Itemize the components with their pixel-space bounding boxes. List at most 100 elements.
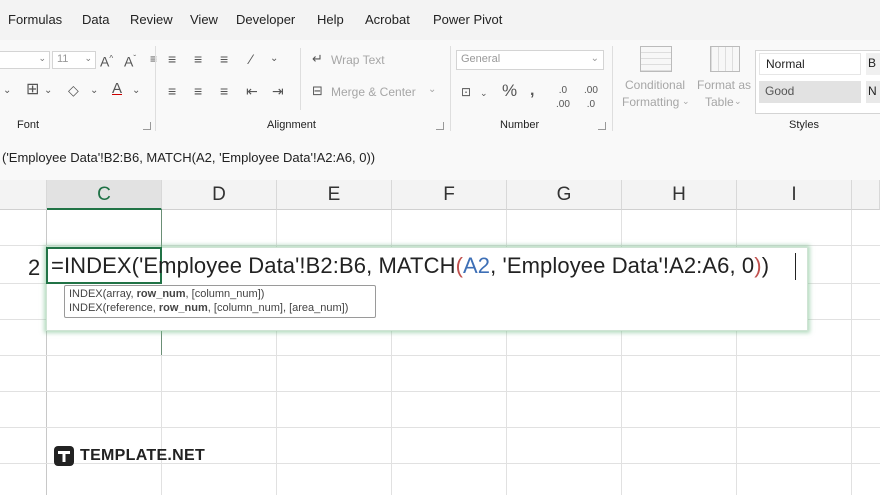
text-caret: [795, 253, 796, 280]
borders-icon[interactable]: ⊞: [26, 82, 39, 98]
decrease-indent-icon[interactable]: ⇤: [246, 84, 258, 98]
divider: [612, 46, 613, 131]
orientation-icon[interactable]: ⁄: [250, 52, 252, 66]
font-name-combo[interactable]: ⌄: [0, 51, 50, 69]
style-next-swatch-2[interactable]: N: [866, 81, 880, 103]
align-left-icon[interactable]: ≡: [168, 84, 176, 98]
grid-line: [0, 355, 880, 356]
tab-developer[interactable]: Developer: [236, 12, 295, 27]
number-launcher-icon[interactable]: [598, 122, 606, 130]
font-launcher-icon[interactable]: [143, 122, 151, 130]
formula-bar-text[interactable]: ('Employee Data'!B2:B6, MATCH(A2, 'Emplo…: [2, 150, 375, 165]
increase-indent-icon[interactable]: ⇥: [272, 84, 284, 98]
style-normal[interactable]: Normal: [759, 53, 861, 75]
merge-center-button[interactable]: Merge & Center: [331, 85, 416, 99]
logo-text: TEMPLATE.NET: [80, 447, 206, 464]
style-good[interactable]: Good: [759, 81, 861, 103]
column-header-i[interactable]: I: [737, 180, 852, 210]
row-header-corner[interactable]: [0, 180, 47, 210]
grid-line: [0, 391, 880, 392]
format-as-table-dropdown-icon[interactable]: ⌄: [734, 96, 742, 107]
grid-line: [0, 427, 880, 428]
merge-center-icon[interactable]: ⊟: [312, 84, 323, 98]
font-group-label: Font: [17, 119, 40, 131]
column-header-d[interactable]: D: [162, 180, 277, 210]
column-header-j[interactable]: [852, 180, 880, 210]
formula-bar[interactable]: ('Employee Data'!B2:B6, MATCH(A2, 'Emplo…: [0, 136, 880, 181]
tooltip-arg[interactable]: row_num: [137, 288, 186, 300]
conditional-formatting-dropdown-icon[interactable]: ⌄: [682, 96, 690, 107]
column-header-e[interactable]: E: [277, 180, 392, 210]
tab-view[interactable]: View: [190, 12, 218, 27]
increase-font-icon[interactable]: A^: [100, 52, 113, 69]
ribbon: ⌄ 11 ⌄ A^ Aˇ ≡ ⌄ ⊞ ⌄ ◇ ⌄ A ⌄ Font ≡ ≡ ≡ ⁄…: [0, 40, 880, 137]
styles-group-label: Styles: [789, 119, 819, 131]
font-color-icon[interactable]: A: [112, 81, 122, 96]
formula-reference: A2: [463, 253, 491, 278]
column-header-h[interactable]: H: [622, 180, 737, 210]
decrease-decimal-icon[interactable]: .00.0: [584, 84, 598, 112]
column-header-g[interactable]: G: [507, 180, 622, 210]
align-top-icon[interactable]: ≡: [168, 52, 176, 66]
column-header-f[interactable]: F: [392, 180, 507, 210]
row-header-2[interactable]: 2: [28, 255, 40, 281]
align-middle-icon[interactable]: ≡: [194, 52, 202, 66]
function-tooltip: INDEX(array, row_num, [column_num]) INDE…: [64, 285, 376, 318]
tooltip-text: , [column_num], [area_num]): [207, 302, 349, 314]
accounting-format-icon[interactable]: ⊡: [461, 85, 471, 99]
conditional-formatting-line1[interactable]: Conditional: [625, 78, 685, 92]
cell-formula-text[interactable]: =INDEX('Employee Data'!B2:B6, MATCH(A2, …: [51, 253, 769, 279]
tab-help[interactable]: Help: [317, 12, 344, 27]
divider: [300, 48, 301, 110]
tooltip-text: , [column_num]): [185, 288, 265, 300]
accounting-dropdown-icon[interactable]: ⌄: [480, 86, 488, 100]
tooltip-line-2: INDEX(reference, row_num, [column_num], …: [69, 301, 371, 315]
tooltip-text: INDEX(reference,: [69, 302, 159, 314]
underline-dropdown-icon[interactable]: ⌄: [3, 84, 11, 98]
fill-dropdown-icon[interactable]: ⌄: [90, 84, 98, 98]
tab-power-pivot[interactable]: Power Pivot: [433, 12, 502, 27]
increase-decimal-icon[interactable]: .0.00: [556, 84, 570, 112]
formula-open-paren: (: [455, 253, 464, 278]
tooltip-line-1: INDEX(array, row_num, [column_num]): [69, 287, 371, 301]
decrease-font-icon[interactable]: Aˇ: [124, 52, 136, 69]
column-header-c[interactable]: C: [47, 180, 162, 210]
conditional-formatting-line2[interactable]: Formatting: [622, 95, 679, 109]
divider: [155, 46, 156, 131]
ribbon-tab-bar: Formulas Data Review View Developer Help…: [0, 0, 880, 40]
comma-style-icon[interactable]: ,: [530, 83, 534, 99]
tab-formulas[interactable]: Formulas: [8, 12, 62, 27]
formula-part: , 'Employee Data'!A2:A6, 0: [490, 253, 755, 278]
tab-review[interactable]: Review: [130, 12, 173, 27]
number-format-combo[interactable]: General ⌄: [456, 50, 604, 70]
orientation-dropdown-icon[interactable]: ⌄: [270, 52, 278, 66]
number-format-value: General: [461, 53, 501, 65]
format-as-table-icon: [710, 46, 740, 72]
conditional-formatting-icon: [640, 46, 672, 72]
tab-acrobat[interactable]: Acrobat: [365, 12, 410, 27]
tab-data[interactable]: Data: [82, 12, 109, 27]
tooltip-text: INDEX(array,: [69, 288, 137, 300]
align-center-icon[interactable]: ≡: [194, 84, 202, 98]
fill-color-icon[interactable]: ◇: [68, 83, 79, 97]
grid-line: [851, 210, 852, 495]
align-bottom-icon[interactable]: ≡: [220, 52, 228, 66]
format-as-table-line1[interactable]: Format as: [697, 78, 751, 92]
merge-dropdown-icon[interactable]: ⌄: [428, 84, 436, 95]
style-next-swatch[interactable]: B: [866, 53, 880, 75]
format-as-table-line2[interactable]: Table: [705, 95, 734, 109]
align-right-icon[interactable]: ≡: [220, 84, 228, 98]
font-color-dropdown-icon[interactable]: ⌄: [132, 84, 140, 98]
alignment-launcher-icon[interactable]: [436, 122, 444, 130]
wrap-text-button[interactable]: Wrap Text: [331, 53, 385, 67]
alignment-group-label: Alignment: [267, 119, 316, 131]
percent-style-icon[interactable]: %: [502, 82, 517, 99]
font-size-combo[interactable]: 11 ⌄: [52, 51, 96, 69]
tooltip-arg[interactable]: row_num: [159, 302, 208, 314]
formula-close-paren: ): [754, 253, 762, 278]
borders-dropdown-icon[interactable]: ⌄: [44, 84, 52, 98]
logo-mark-icon: [54, 446, 74, 466]
grid-line: [0, 245, 880, 246]
formula-final-paren: ): [761, 253, 770, 278]
wrap-text-icon[interactable]: ↵: [312, 52, 323, 66]
